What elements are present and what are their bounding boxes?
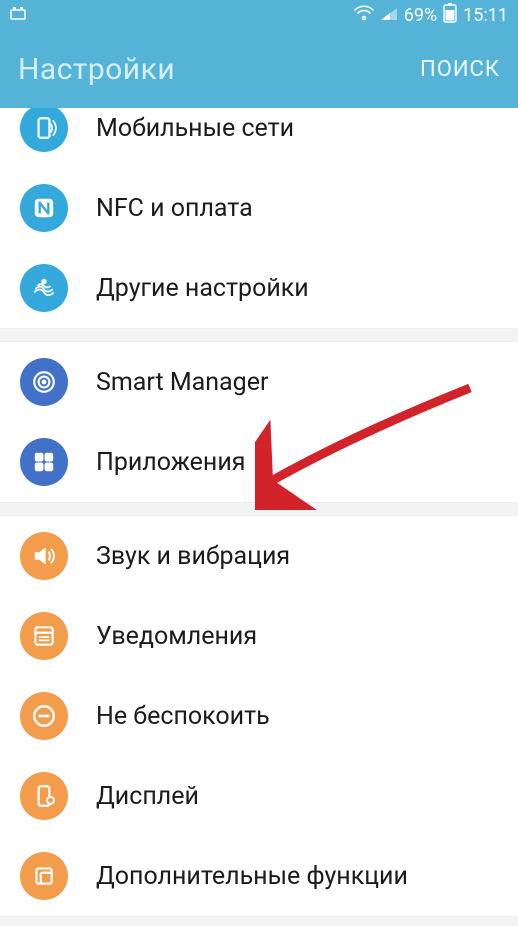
battery-icon <box>443 3 457 28</box>
app-bar: Настройки ПОИСК <box>0 30 518 108</box>
group-separator <box>0 502 518 516</box>
settings-item-notifications[interactable]: Уведомления <box>0 596 518 676</box>
mobile-networks-icon <box>20 108 68 152</box>
smart-manager-icon <box>20 358 68 406</box>
apps-icon <box>20 438 68 486</box>
settings-item-apps[interactable]: Приложения <box>0 422 518 502</box>
settings-item-mobile-networks[interactable]: Мобильные сети <box>0 108 518 168</box>
settings-item-display[interactable]: Дисплей <box>0 756 518 836</box>
clock: 15:11 <box>463 5 508 26</box>
search-button[interactable]: ПОИСК <box>420 57 500 82</box>
settings-screen: 69% 15:11 Настройки ПОИСК Диспетчер SIM-… <box>0 0 518 926</box>
settings-item-extra[interactable]: Дополнительные функции <box>0 836 518 916</box>
other-settings-icon <box>20 264 68 312</box>
record-icon <box>10 5 28 26</box>
settings-item-dnd[interactable]: Не беспокоить <box>0 676 518 756</box>
item-label: Другие настройки <box>96 274 309 303</box>
item-label: Дополнительные функции <box>96 862 408 891</box>
display-icon <box>20 772 68 820</box>
dnd-icon <box>20 692 68 740</box>
group-separator <box>0 328 518 342</box>
battery-percent: 69% <box>404 5 437 26</box>
sound-icon <box>20 532 68 580</box>
item-label: Звук и вибрация <box>96 542 290 571</box>
notifications-icon <box>20 612 68 660</box>
extra-features-icon <box>20 852 68 900</box>
item-label: Приложения <box>96 448 246 477</box>
settings-item-nfc[interactable]: NFC и оплата <box>0 168 518 248</box>
item-label: NFC и оплата <box>96 194 253 223</box>
status-bar: 69% 15:11 <box>0 0 518 30</box>
settings-item-smart-manager[interactable]: Smart Manager <box>0 342 518 422</box>
nfc-icon <box>20 184 68 232</box>
settings-item-sound[interactable]: Звук и вибрация <box>0 516 518 596</box>
item-label: Мобильные сети <box>96 114 294 143</box>
item-label: Дисплей <box>96 782 199 811</box>
group-separator <box>0 916 518 926</box>
wifi-icon <box>354 5 374 26</box>
page-title: Настройки <box>18 52 175 87</box>
item-label: Не беспокоить <box>96 702 270 731</box>
item-label: Smart Manager <box>96 368 268 397</box>
settings-list[interactable]: Диспетчер SIM-карт Мобильные сети NFC и … <box>0 108 518 926</box>
settings-item-other[interactable]: Другие настройки <box>0 248 518 328</box>
item-label: Уведомления <box>96 622 257 651</box>
signal-icon <box>380 5 398 26</box>
